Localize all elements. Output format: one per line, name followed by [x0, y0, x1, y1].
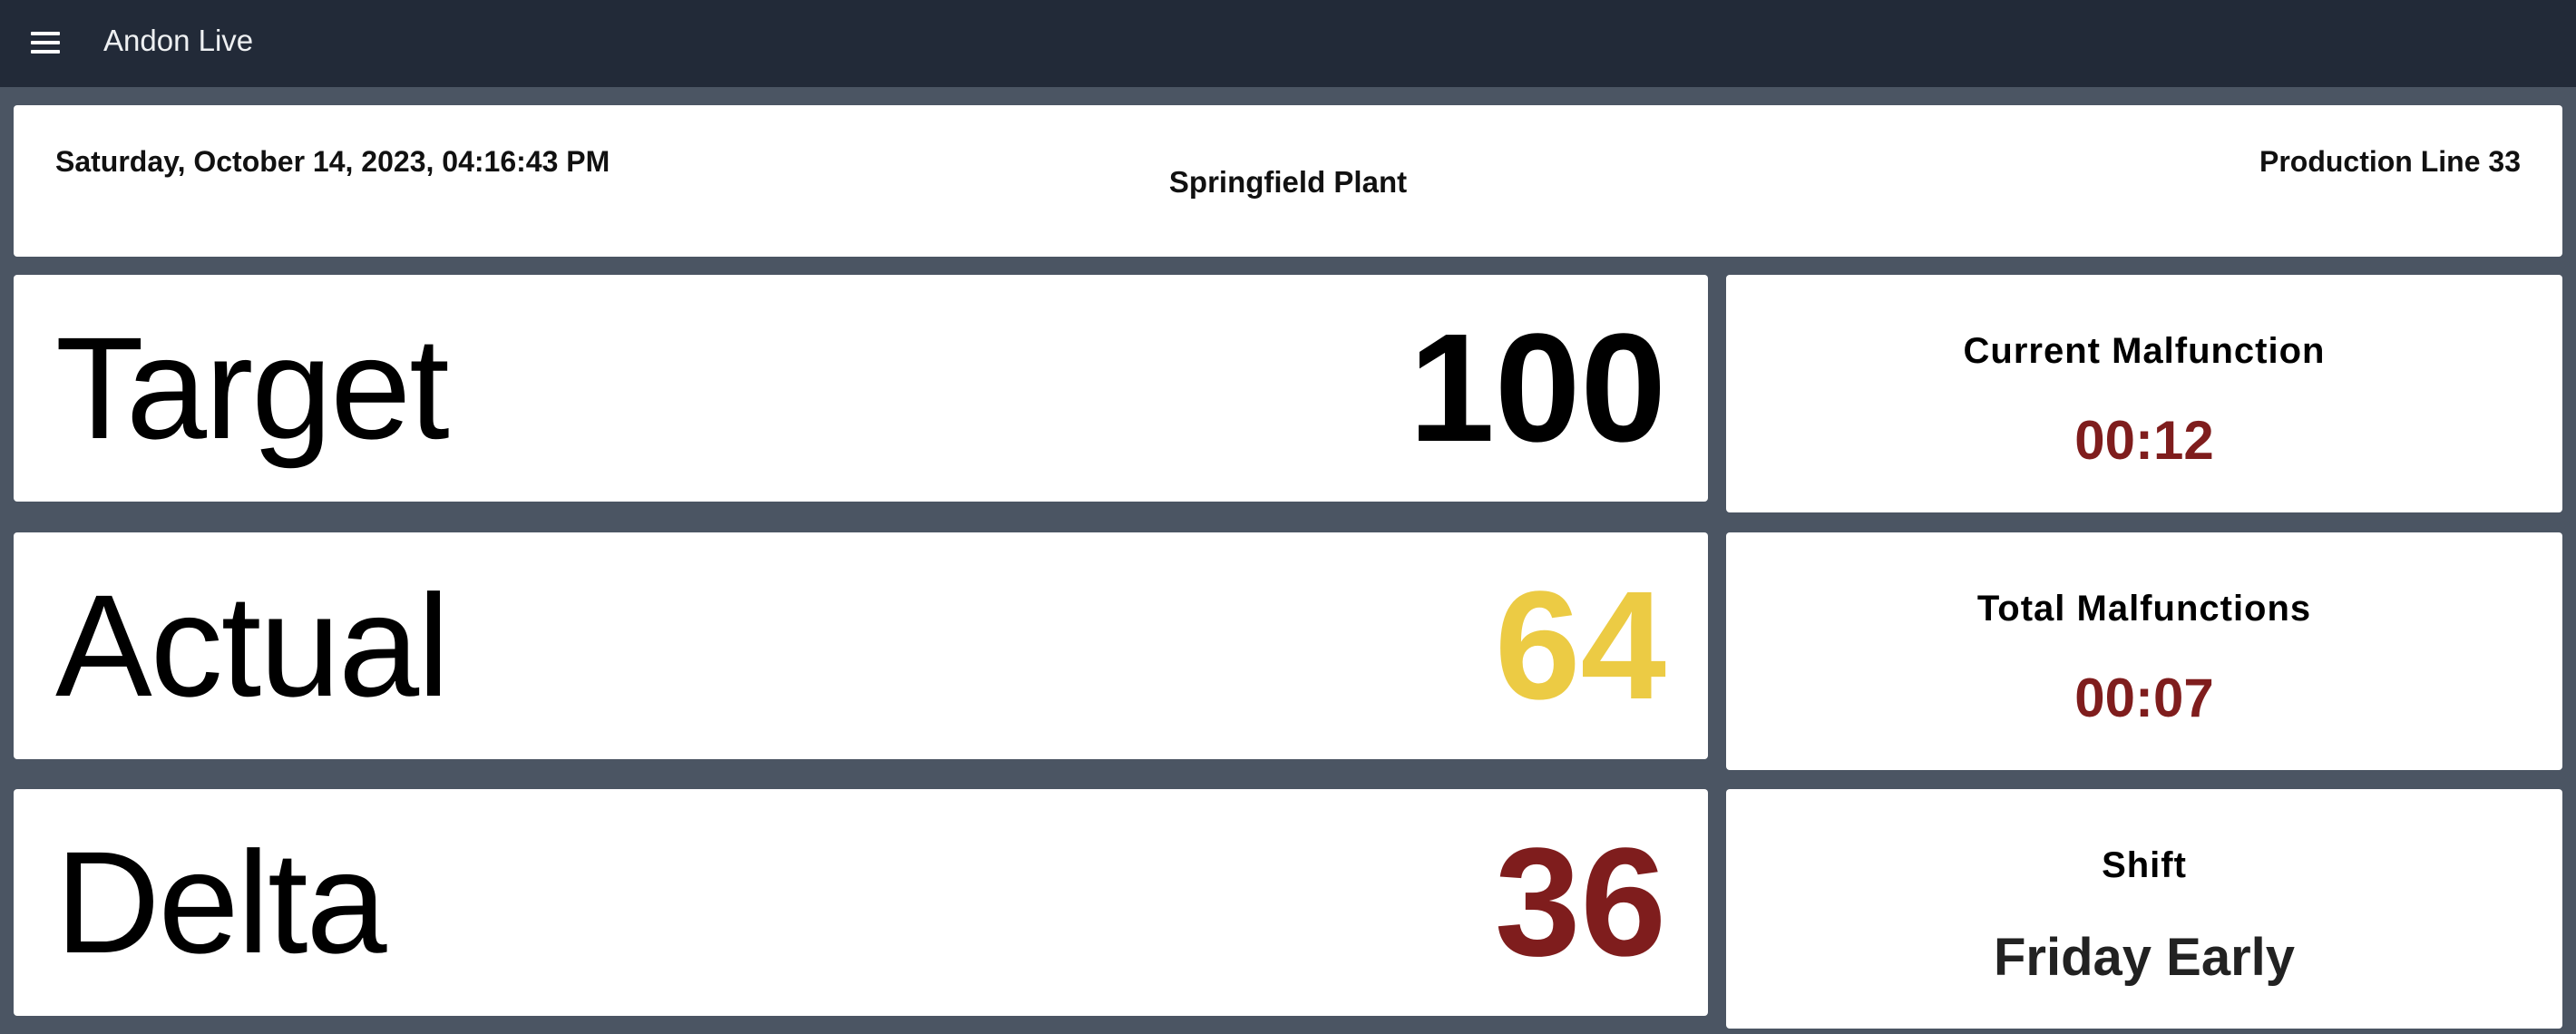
- target-value: 100: [1409, 302, 1666, 474]
- menu-icon[interactable]: [31, 27, 62, 58]
- target-label: Target: [55, 307, 450, 469]
- current-malfunction-value: 00:12: [2074, 410, 2214, 471]
- total-malfunctions-title: Total Malfunctions: [1976, 589, 2312, 629]
- delta-label: Delta: [55, 821, 387, 983]
- shift-title: Shift: [2102, 845, 2187, 885]
- delta-card: Delta 36: [14, 789, 1708, 1016]
- actual-label: Actual: [55, 564, 450, 727]
- delta-value: 36: [1494, 816, 1666, 989]
- current-malfunction-card: Current Malfunction 00:12: [1726, 275, 2562, 512]
- total-malfunctions-card: Total Malfunctions 00:07: [1726, 532, 2562, 770]
- header-card: Saturday, October 14, 2023, 04:16:43 PM …: [14, 105, 2562, 257]
- app-bar: Andon Live: [0, 0, 2576, 87]
- actual-value: 64: [1494, 560, 1666, 732]
- total-malfunctions-value: 00:07: [2074, 668, 2214, 728]
- app-title: Andon Live: [103, 24, 254, 57]
- actual-card: Actual 64: [14, 532, 1708, 759]
- shift-card: Shift Friday Early: [1726, 789, 2562, 1029]
- plant-name: Springfield Plant: [1168, 165, 1408, 199]
- current-malfunction-title: Current Malfunction: [1963, 331, 2326, 371]
- shift-value: Friday Early: [1993, 928, 2296, 987]
- target-card: Target 100: [14, 275, 1708, 502]
- production-line: Production Line 33: [2259, 145, 2521, 178]
